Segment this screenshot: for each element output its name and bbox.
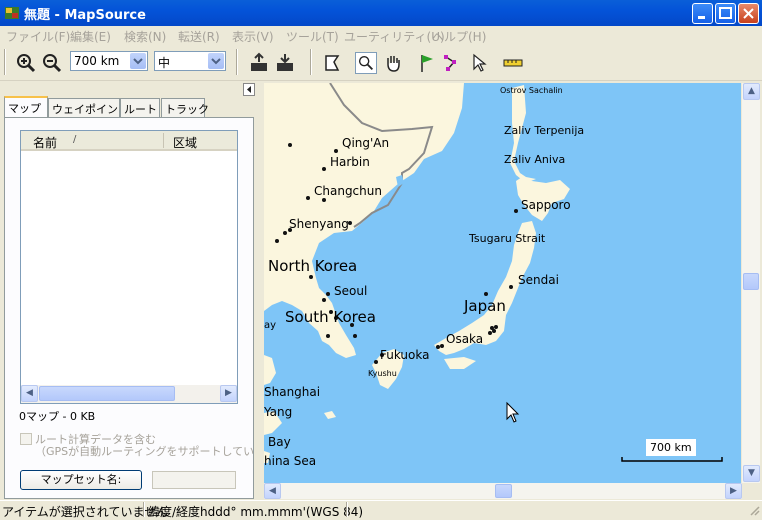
map-horizontal-scrollbar[interactable]: ◀ ▶ — [264, 483, 742, 499]
status-divider — [143, 502, 145, 517]
menu-edit[interactable]: 編集(E) — [70, 28, 111, 45]
label-china-sea-partial: hina Sea — [264, 454, 316, 468]
tab-route[interactable]: ルート — [120, 98, 160, 117]
tab-page-map: 名前 / 区域 ◀ ▶ 0マップ - 0 KB ルート計算データを含む （GPS… — [4, 117, 254, 499]
label-zaliv-aniva: Zaliv Aniva — [504, 153, 565, 166]
list-horizontal-scrollbar[interactable]: ◀ ▶ — [21, 385, 237, 403]
zoom-in-icon[interactable] — [15, 52, 37, 74]
horizontal-scroll-thumb[interactable] — [495, 484, 512, 498]
label-shenyang: Shenyang — [289, 217, 349, 231]
label-osaka: Osaka — [446, 332, 483, 346]
zoom-level-value: 700 km — [74, 54, 120, 68]
menu-view[interactable]: 表示(V) — [232, 28, 274, 45]
include-route-data-note: （GPSが自動ルーティングをサポートしている場合 — [35, 445, 253, 458]
resize-grip-icon[interactable] — [748, 504, 760, 516]
label-zaliv-terpenija: Zaliv Terpenija — [504, 124, 584, 137]
scroll-down-icon[interactable]: ▼ — [743, 465, 760, 482]
send-to-device-icon[interactable] — [274, 52, 296, 74]
list-header: 名前 / 区域 — [21, 131, 237, 151]
scale-label: 700 km — [650, 441, 692, 454]
map-list[interactable]: 名前 / 区域 ◀ ▶ — [20, 130, 238, 404]
label-qingan: Qing'An — [342, 136, 389, 150]
map-canvas[interactable]: Ostrov Sachalin Zaliv Terpenija Zaliv An… — [264, 83, 741, 483]
map-count-text: 0マップ - 0 KB — [19, 410, 96, 423]
scroll-left-icon[interactable]: ◀ — [21, 385, 38, 402]
column-header-area[interactable]: 区域 — [173, 134, 197, 151]
minimize-button[interactable] — [692, 3, 713, 24]
label-fukuoka: Fukuoka — [380, 348, 429, 362]
tab-map[interactable]: マップ — [4, 96, 48, 118]
status-bar: アイテムが選択されていません 緯度/経度hddd° mm.mmm'(WGS 84… — [0, 500, 762, 519]
waypoint-flag-tool-icon[interactable] — [416, 52, 438, 74]
chevron-down-icon — [130, 53, 146, 69]
maximize-button[interactable] — [715, 3, 736, 24]
label-north-korea: North Korea — [268, 257, 357, 275]
mapset-name-input[interactable] — [152, 471, 236, 489]
toolbar: 700 km 中 — [0, 45, 762, 81]
left-panel: マップ ウェイポイント ルート トラック 名前 / 区域 ◀ ▶ 0マップ - … — [0, 82, 258, 499]
label-bay: Bay — [268, 435, 291, 449]
route-tool-icon[interactable] — [442, 52, 464, 74]
scroll-left-icon[interactable]: ◀ — [264, 483, 281, 499]
collapse-panel-icon[interactable] — [243, 83, 255, 96]
status-divider — [346, 502, 348, 517]
menu-bar: ファイル(F) 編集(E) 検索(N) 転送(R) 表示(V) ツール(T) ユ… — [0, 26, 762, 45]
selection-arrow-tool-icon[interactable] — [468, 52, 490, 74]
scroll-thumb[interactable] — [39, 386, 175, 401]
label-bay-partial: ay — [264, 320, 276, 331]
label-kyushu: Kyushu — [368, 369, 397, 378]
scroll-right-icon[interactable]: ▶ — [220, 385, 237, 402]
receive-from-device-icon[interactable] — [248, 52, 270, 74]
toolbar-separator — [236, 49, 238, 75]
title-bar: 無題 - MapSource — [0, 0, 762, 26]
sort-indicator: / — [73, 134, 77, 145]
label-sendai: Sendai — [518, 273, 559, 287]
menu-utility[interactable]: ユーティリティ(U) — [344, 28, 445, 45]
include-route-data-checkbox[interactable] — [20, 433, 32, 445]
map-vertical-scrollbar[interactable]: ▲ ▼ — [742, 83, 760, 483]
label-sapporo: Sapporo — [521, 198, 571, 212]
toolbar-grip — [4, 49, 6, 75]
tab-waypoint[interactable]: ウェイポイント — [48, 98, 129, 117]
label-south-korea: South Korea — [285, 308, 376, 326]
scroll-up-icon[interactable]: ▲ — [743, 83, 760, 100]
menu-tools[interactable]: ツール(T) — [286, 28, 339, 45]
measure-distance-tool-icon[interactable] — [502, 52, 524, 74]
label-ostrov-sachalin: Ostrov Sachalin — [500, 86, 563, 95]
menu-transfer[interactable]: 転送(R) — [178, 28, 220, 45]
label-tsugaru-strait: Tsugaru Strait — [468, 232, 546, 245]
tab-track[interactable]: トラック — [161, 98, 209, 117]
label-shanghai: Shanghai — [264, 385, 320, 399]
menu-help[interactable]: ヘルプ(H) — [432, 28, 486, 45]
label-changchun: Changchun — [314, 184, 382, 198]
scroll-right-icon[interactable]: ▶ — [725, 483, 742, 499]
zoom-level-select[interactable]: 700 km — [70, 51, 148, 71]
label-harbin: Harbin — [330, 155, 370, 169]
zoom-out-icon[interactable] — [41, 52, 63, 74]
mapset-name-button[interactable]: マップセット名: — [20, 470, 142, 490]
label-yang-partial: Yang — [264, 405, 292, 419]
menu-search[interactable]: 検索(N) — [124, 28, 166, 45]
status-coord-format: 緯度/経度hddd° mm.mmm'(WGS 84) — [148, 505, 364, 519]
window-title: 無題 - MapSource — [24, 8, 146, 23]
map-view[interactable]: Ostrov Sachalin Zaliv Terpenija Zaliv An… — [262, 82, 762, 499]
label-seoul: Seoul — [334, 284, 367, 298]
zoom-tool-icon[interactable] — [355, 52, 377, 74]
mapsource-app-icon — [5, 7, 19, 19]
toolbar-separator — [310, 49, 312, 75]
detail-level-select[interactable]: 中 — [154, 51, 226, 71]
chevron-down-icon — [208, 53, 224, 69]
detail-level-value: 中 — [158, 56, 171, 70]
column-divider[interactable] — [163, 133, 164, 148]
close-button[interactable] — [738, 3, 759, 24]
map-select-tool-icon[interactable] — [322, 52, 344, 74]
label-japan: Japan — [463, 297, 506, 315]
column-header-name[interactable]: 名前 — [33, 134, 57, 151]
menu-file[interactable]: ファイル(F) — [6, 28, 70, 45]
hand-pan-tool-icon[interactable] — [382, 52, 404, 74]
vertical-scroll-thumb[interactable] — [743, 273, 759, 290]
